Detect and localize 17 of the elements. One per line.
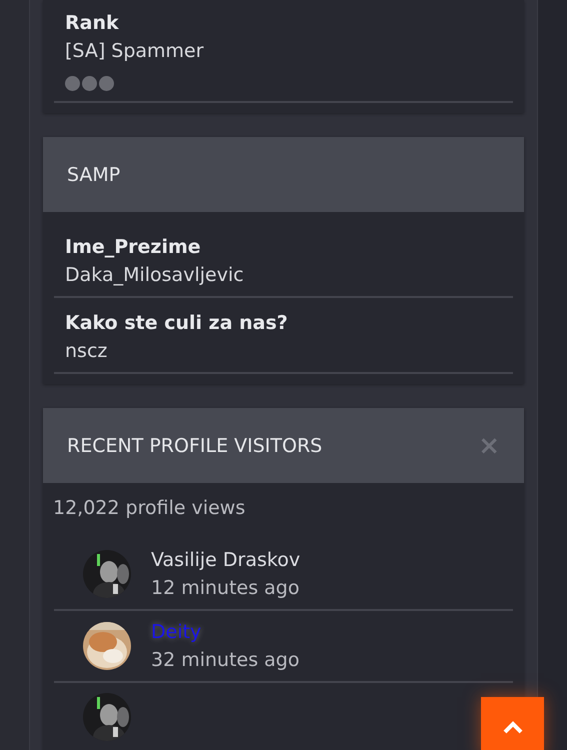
field-label: Ime_Prezime <box>65 236 202 258</box>
visit-time: 32 minutes ago <box>151 649 300 671</box>
scroll-top-button[interactable] <box>481 697 544 750</box>
field-value: [SA] Spammer <box>65 40 205 62</box>
visitor-name[interactable]: Deity <box>151 621 300 643</box>
visit-time: 12 minutes ago <box>151 577 300 599</box>
field-label: Kako ste culi za nas? <box>65 312 289 334</box>
card-title: SAMP <box>67 164 120 186</box>
rank-pips-icon <box>65 76 114 91</box>
field-value: Daka_Milosavljevic <box>65 264 245 286</box>
visitor-name[interactable]: Vasilije Draskov <box>151 549 300 571</box>
chevron-up-icon <box>502 720 522 734</box>
field-value: nscz <box>65 340 108 362</box>
field-label: Rank <box>65 12 120 34</box>
card-title: RECENT PROFILE VISITORS <box>67 434 322 456</box>
profile-views: 12,022 profile views <box>52 496 246 521</box>
close-icon[interactable]: × <box>478 430 500 460</box>
